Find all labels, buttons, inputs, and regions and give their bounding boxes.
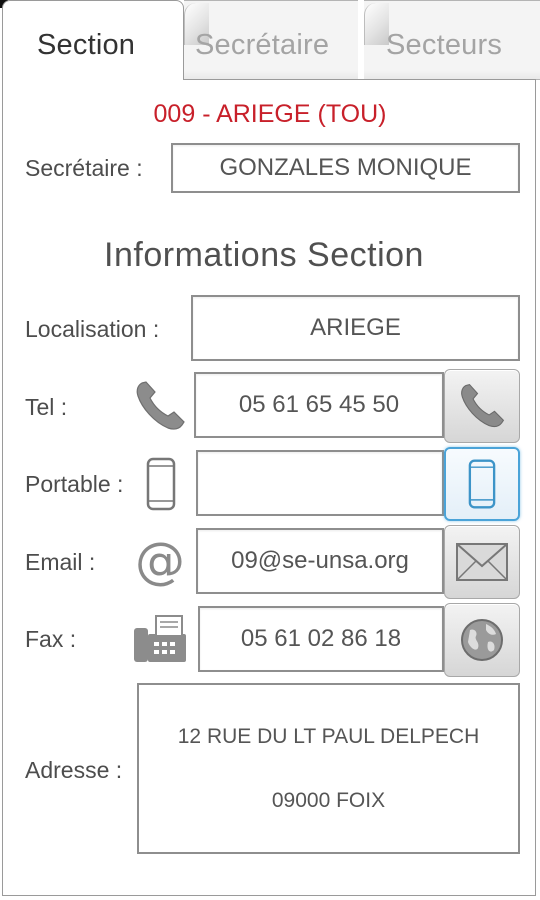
mobile-phone-icon: [468, 458, 496, 510]
at-sign-icon: @: [135, 532, 185, 590]
adresse-line-2: 09000 FOIX: [271, 789, 386, 812]
tab-secretaire-label: Secrétaire: [195, 29, 330, 61]
tab-section[interactable]: Section: [2, 0, 184, 80]
tel-label: Tel :: [25, 394, 68, 420]
mobile-call-button[interactable]: [444, 447, 520, 521]
globe-icon: [458, 616, 506, 664]
tab-secretaire[interactable]: Secrétaire: [184, 0, 358, 80]
tel-field[interactable]: 05 61 65 45 50: [194, 372, 444, 438]
localisation-label: Localisation :: [25, 316, 160, 342]
send-email-button[interactable]: [444, 525, 520, 599]
secretaire-field[interactable]: GONZALES MONIQUE: [171, 143, 520, 193]
email-field[interactable]: 09@se-unsa.org: [196, 528, 444, 594]
phone-icon: [457, 381, 507, 431]
portable-label: Portable :: [25, 471, 124, 497]
fax-label: Fax :: [25, 626, 77, 652]
section-title: 009 - ARIEGE (TOU): [153, 100, 387, 128]
fax-field[interactable]: 05 61 02 86 18: [198, 606, 444, 672]
fax-icon: [131, 610, 189, 668]
secretaire-label: Secrétaire :: [25, 155, 143, 181]
tab-section-label: Section: [37, 29, 136, 61]
portable-field[interactable]: [196, 450, 444, 516]
adresse-field[interactable]: 12 RUE DU LT PAUL DELPECH 09000 FOIX: [137, 683, 520, 854]
tab-secteurs-label: Secteurs: [386, 29, 503, 61]
adresse-line-1: 12 RUE DU LT PAUL DELPECH: [177, 725, 480, 748]
info-heading: Informations Section: [104, 236, 424, 274]
mobile-phone-icon: [143, 455, 179, 513]
web-button[interactable]: [444, 603, 520, 677]
panel-border: [184, 79, 536, 80]
localisation-field[interactable]: ARIEGE: [191, 295, 520, 361]
email-label: Email :: [25, 549, 96, 575]
call-button[interactable]: [444, 369, 520, 443]
adresse-label: Adresse :: [25, 757, 123, 783]
phone-icon: [130, 376, 190, 436]
tab-secteurs[interactable]: Secteurs: [364, 0, 540, 80]
envelope-icon: [455, 542, 509, 582]
